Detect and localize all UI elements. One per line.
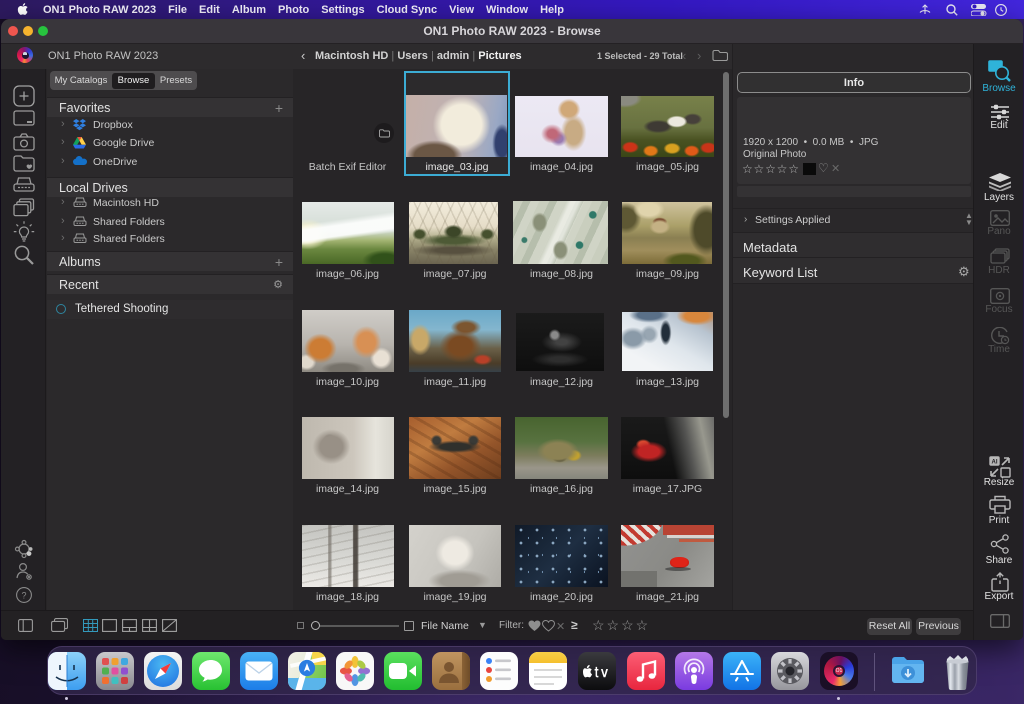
- svg-text:AI: AI: [992, 459, 998, 465]
- svg-text:?: ?: [21, 590, 26, 600]
